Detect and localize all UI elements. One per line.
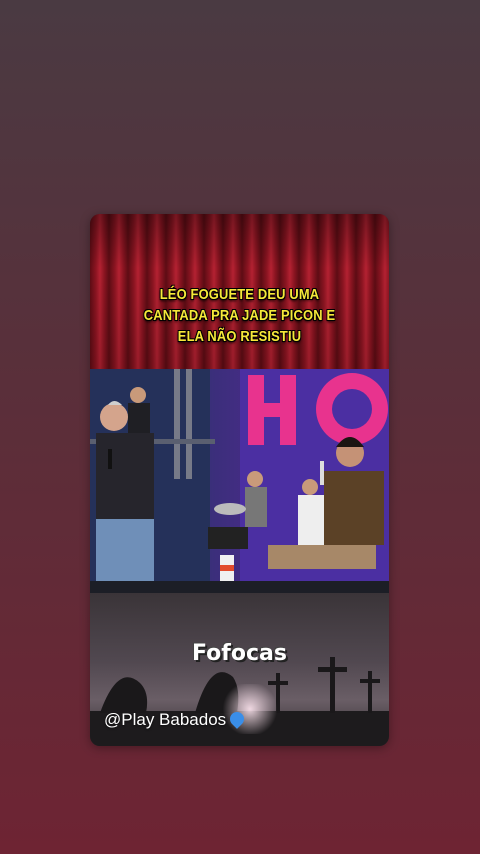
channel-handle-text: @Play Babados <box>104 710 227 729</box>
blue-drop-icon <box>227 709 248 729</box>
story-card[interactable]: LÉO FOGUETE DEU UMA CANTADA PRA JADE PIC… <box>90 214 389 746</box>
brand-title: Fofocas <box>192 641 287 666</box>
stage-scene-illustration <box>90 369 389 593</box>
headline: LÉO FOGUETE DEU UMA CANTADA PRA JADE PIC… <box>111 284 368 347</box>
headline-line-3: ELA NÃO RESISTIU <box>177 328 302 345</box>
channel-handle[interactable]: @Play Babados <box>104 709 248 730</box>
headline-line-1: LÉO FOGUETE DEU UMA <box>159 286 320 303</box>
headline-line-2: CANTADA PRA JADE PICON E <box>143 307 336 324</box>
video-frame[interactable] <box>90 369 389 593</box>
